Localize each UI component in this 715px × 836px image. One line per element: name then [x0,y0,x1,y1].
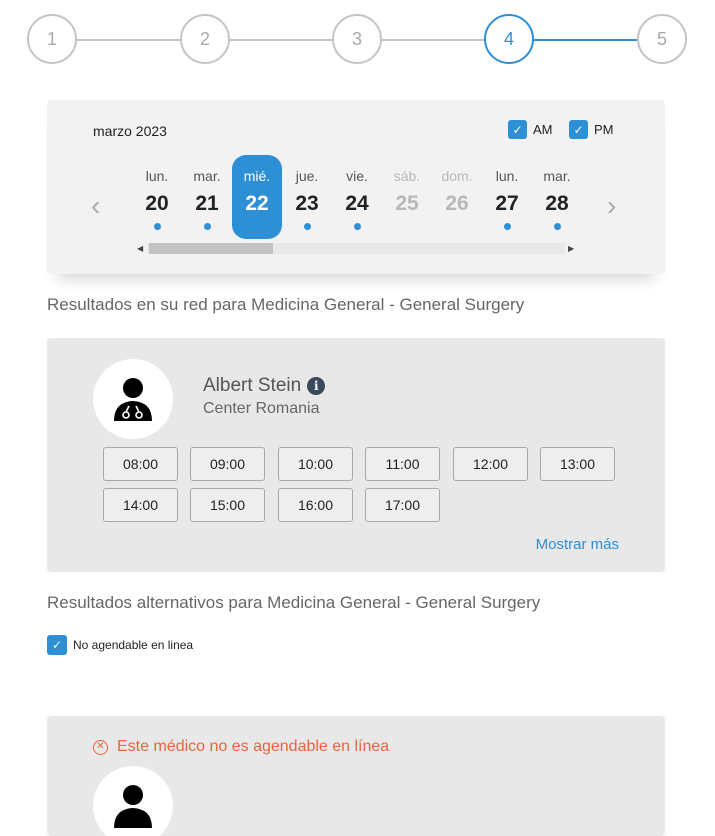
availability-dot [153,223,161,230]
doctor-card: Albert Stein i Center Romania 08:00 09:0… [47,338,665,572]
availability-dot [553,223,561,230]
stepper: 1 2 3 4 5 [0,0,715,80]
month-label: marzo 2023 [93,123,167,139]
doctor-center: Center Romania [203,400,320,417]
availability-dot [303,223,311,230]
time-slot-button[interactable]: 10:00 [278,447,353,481]
doctor-name-row: Albert Stein i [203,375,326,397]
step-4-active[interactable]: 4 [484,14,534,64]
day-name: sáb. [393,168,421,184]
day-cell[interactable]: mar. 21 [182,155,232,239]
day-name: dom. [441,168,473,184]
step-5[interactable]: 5 [637,14,687,64]
warning-text: Este médico no es agendable en línea [117,738,390,755]
alternative-results-title: Resultados alternativos para Medicina Ge… [47,593,541,612]
doctor-avatar [93,766,173,836]
day-cell[interactable]: jue. 23 [282,155,332,239]
chevron-left-icon[interactable]: ‹ [91,192,100,220]
time-slot-button[interactable]: 09:00 [190,447,265,481]
not-bookable-warning: ✕ Este médico no es agendable en línea [93,738,389,756]
day-cell[interactable]: lun. 27 [482,155,532,239]
day-name: jue. [295,168,319,184]
day-number: 21 [195,192,219,215]
chevron-right-icon[interactable]: › [607,192,616,220]
no-online-filter[interactable]: ✓ No agendable en linea [47,635,193,655]
day-number: 25 [395,192,419,215]
availability-dot [203,223,211,230]
day-cell[interactable]: mar. 28 [532,155,582,239]
day-number: 20 [145,192,169,215]
time-slot-button[interactable]: 11:00 [365,447,440,481]
day-cell[interactable]: vie. 24 [332,155,382,239]
day-name: vie. [346,168,368,184]
day-number: 23 [295,192,319,215]
time-slot-button[interactable]: 17:00 [365,488,440,522]
day-name: mar. [193,168,221,184]
scroll-left-arrow-icon[interactable]: ◀ [137,243,143,254]
time-slot-button[interactable]: 15:00 [190,488,265,522]
availability-dot [353,223,361,230]
step-connector [229,39,332,41]
show-more-link[interactable]: Mostrar más [536,536,619,553]
close-circle-icon: ✕ [93,739,108,755]
time-slot-button[interactable]: 14:00 [103,488,178,522]
day-name: mar. [543,168,571,184]
day-name: mié. [243,168,271,184]
day-cell-selected[interactable]: mié. 22 [232,155,282,239]
day-number: 22 [245,192,269,215]
day-number: 27 [495,192,519,215]
day-number: 24 [345,192,369,215]
day-cell-disabled: sáb. 25 [382,155,432,239]
step-connector [76,39,180,41]
doctor-icon [114,785,152,828]
step-connector-active [533,39,637,41]
scrollbar-thumb[interactable] [149,243,273,254]
checkbox-checked-icon[interactable]: ✓ [569,120,588,139]
time-slot-button[interactable]: 13:00 [540,447,615,481]
scroll-right-arrow-icon[interactable]: ▶ [568,243,574,254]
day-cell[interactable]: lun. 20 [132,155,182,239]
pm-filter[interactable]: ✓ PM [569,120,614,139]
info-icon[interactable]: i [307,377,326,395]
time-slot-button[interactable]: 12:00 [453,447,528,481]
step-connector [381,39,484,41]
doctor-icon [114,378,152,421]
pm-label: PM [594,122,614,137]
alt-doctor-card: ✕ Este médico no es agendable en línea [47,716,665,836]
day-number: 26 [445,192,469,215]
time-slot-button[interactable]: 08:00 [103,447,178,481]
day-cell-disabled: dom. 26 [432,155,482,239]
step-1[interactable]: 1 [27,14,77,64]
am-label: AM [533,122,553,137]
am-filter[interactable]: ✓ AM [508,120,553,139]
day-number: 28 [545,192,569,215]
date-picker-card: marzo 2023 ✓ AM ✓ PM ‹ › lun. 20 mar. 21… [47,100,665,274]
checkbox-checked-icon[interactable]: ✓ [508,120,527,139]
day-name: lun. [495,168,519,184]
day-name: lun. [145,168,169,184]
doctor-avatar [93,359,173,439]
step-2[interactable]: 2 [180,14,230,64]
no-online-label: No agendable en linea [73,638,194,652]
network-results-title: Resultados en su red para Medicina Gener… [47,295,525,314]
availability-dot [503,223,511,230]
time-slot-button[interactable]: 16:00 [278,488,353,522]
step-3[interactable]: 3 [332,14,382,64]
checkbox-checked-icon[interactable]: ✓ [47,635,67,655]
doctor-name: Albert Stein [203,375,302,396]
